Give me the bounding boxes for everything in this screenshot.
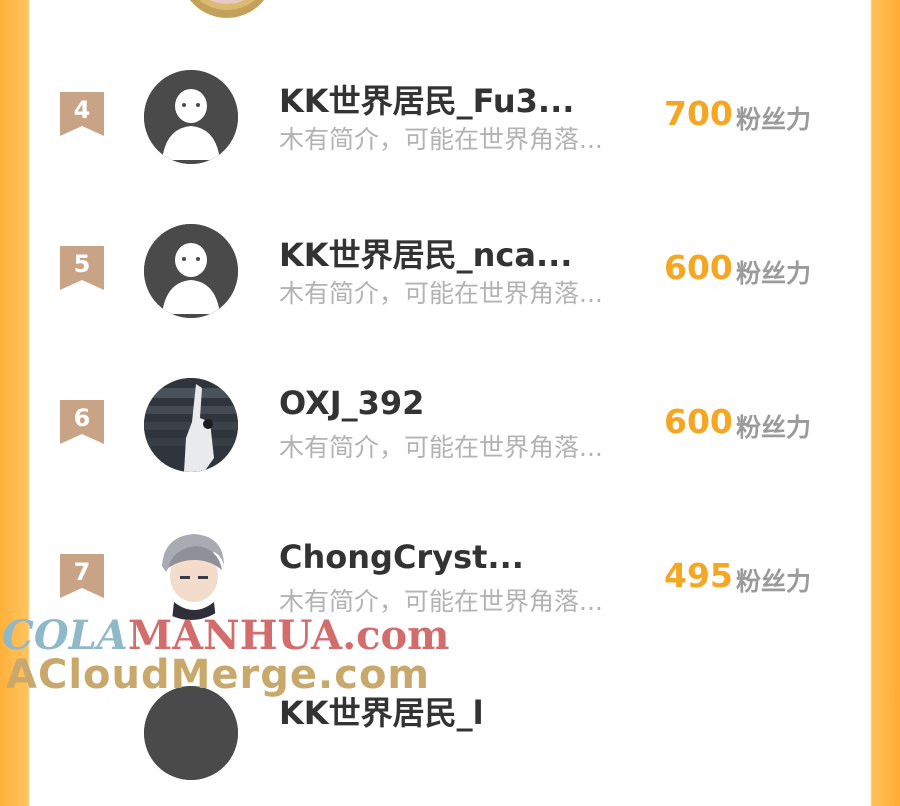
fan-power-label: 粉丝力: [736, 105, 812, 134]
ranking-row[interactable]: 4 KK世界居民_Fu3... 木有简介，可能在世界角落... 700 粉丝力: [30, 70, 870, 190]
ranking-panel: 4 KK世界居民_Fu3... 木有简介，可能在世界角落... 700 粉丝力 …: [30, 0, 870, 780]
fan-power-label: 粉丝力: [736, 567, 812, 596]
fan-power-label: 粉丝力: [736, 413, 812, 442]
rank-number: 6: [73, 404, 91, 432]
avatar[interactable]: [144, 686, 238, 780]
rank-badge: 4: [60, 92, 104, 136]
user-name[interactable]: KK世界居民_nca...: [279, 230, 572, 276]
fan-power-score: 600: [664, 402, 733, 441]
ranking-row[interactable]: 6 OXJ_392 木有简介，可能在世界角落... 600 粉丝力: [30, 378, 870, 498]
avatar[interactable]: [144, 224, 238, 318]
rank-badge: 6: [60, 400, 104, 444]
user-photo: [144, 378, 238, 472]
avatar[interactable]: [144, 70, 238, 164]
rank-badge: 5: [60, 246, 104, 290]
ranking-row[interactable]: 5 KK世界居民_nca... 木有简介，可能在世界角落... 600 粉丝力: [30, 224, 870, 344]
default-user-icon: [144, 224, 238, 318]
user-name[interactable]: ChongCryst...: [279, 538, 524, 576]
fan-power-score: 600: [664, 248, 733, 287]
avatar[interactable]: [144, 378, 238, 472]
avatar[interactable]: [144, 526, 238, 620]
user-bio: 木有简介，可能在世界角落...: [279, 433, 603, 462]
user-bio: 木有简介，可能在世界角落...: [279, 125, 603, 154]
rank-number: 4: [73, 96, 91, 124]
rank-number: 7: [73, 558, 91, 586]
default-user-icon: [144, 686, 238, 780]
anime-character-avatar: [144, 526, 238, 620]
user-name[interactable]: OXJ_392: [279, 384, 424, 422]
user-name[interactable]: KK世界居民_Fu3...: [279, 76, 574, 122]
rank-badge: 7: [60, 554, 104, 598]
ranking-row[interactable]: KK世界居民_l: [30, 686, 870, 806]
fan-power-score: 700: [664, 94, 733, 133]
fan-power-score: 495: [664, 556, 733, 595]
rank-number: 5: [73, 250, 91, 278]
avatar-rank-3-partial[interactable]: [180, 0, 274, 18]
fan-power-label: 粉丝力: [736, 259, 812, 288]
user-bio: 木有简介，可能在世界角落...: [279, 279, 603, 308]
default-user-icon: [144, 70, 238, 164]
watermark-acloudmerge: ACloudMerge.com: [6, 652, 431, 698]
